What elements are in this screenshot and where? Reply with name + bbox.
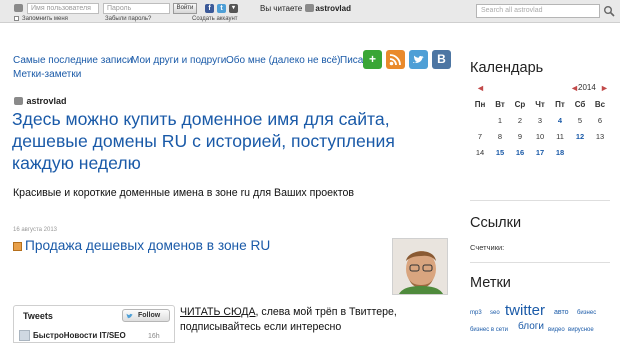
tag-link[interactable]: вирусное (568, 327, 594, 333)
tag-link[interactable]: авто (554, 309, 568, 316)
vkontakte-icon[interactable]: B (432, 50, 451, 69)
links-heading: Ссылки (470, 215, 522, 231)
calendar-prev-arrow-icon[interactable]: ◄ (476, 83, 485, 93)
rss-icon[interactable] (386, 50, 405, 69)
user-icon (14, 4, 23, 12)
tweet-time[interactable]: 16h (148, 332, 160, 341)
tweets-widget: Tweets Follow БыстроНовости IT/SEO 16h (13, 305, 175, 343)
calendar-week: 7 8 9 10 11 12 13 (470, 131, 612, 144)
entry-subtitle: Красивые и короткие доменные имена в зон… (13, 187, 355, 199)
calendar-nav: ◄ ◄ 2014 ► (470, 82, 610, 94)
calendar-day-link[interactable]: 4 (550, 115, 570, 126)
counters-text: Счетчики (470, 243, 503, 252)
twitter-bird-icon (126, 313, 133, 319)
calendar-day-link[interactable]: 16 (510, 147, 530, 158)
tag-link[interactable]: видео (548, 327, 565, 333)
reading-label: Вы читаете astrovlad (260, 4, 351, 14)
calendar-day: 13 (595, 132, 605, 141)
password-input[interactable]: Пароль (103, 3, 170, 14)
dropdown-icon[interactable]: ▾ (229, 4, 238, 13)
calendar-day: 2 (517, 116, 523, 125)
calendar-day-link[interactable]: 15 (490, 147, 510, 158)
tags-heading: Метки (470, 275, 511, 291)
facebook-icon[interactable]: f (205, 4, 214, 13)
search-input[interactable]: Search all astrovlad (476, 4, 600, 18)
calendar-day-link[interactable]: 12 (570, 131, 590, 142)
post-date: 16 августа 2013 (13, 227, 58, 233)
journal-name-link[interactable]: astrovlad (315, 4, 351, 13)
calendar-day: 6 (597, 116, 603, 125)
calendar-year[interactable]: 2014 (578, 82, 596, 93)
calendar-weekday-row: Пн Вт Ср Чт Пт Сб Вс (470, 99, 612, 112)
calendar-day: 3 (537, 116, 543, 125)
calendar-day: 14 (475, 148, 485, 157)
login-button[interactable]: Войти (173, 3, 197, 14)
calendar-week: 14 15 16 17 18 (470, 147, 612, 160)
nav-item-latest[interactable]: Самые последние записи (13, 55, 132, 67)
weekday-label: Сб (574, 100, 586, 109)
sidebar-divider (470, 200, 610, 201)
tag-link[interactable]: блоги (518, 322, 544, 332)
author-photo (392, 238, 448, 295)
calendar-day: 5 (577, 116, 583, 125)
calendar-day: 7 (477, 132, 483, 141)
remember-label: Запомнить меня (22, 16, 68, 22)
search-icon[interactable] (603, 5, 615, 17)
entry-title[interactable]: Здесь можно купить доменное имя для сайт… (12, 108, 417, 174)
weekday-label: Пт (555, 100, 565, 109)
plus-share-icon[interactable]: + (363, 50, 382, 69)
post-icon (13, 242, 22, 251)
read-here-link[interactable]: ЧИТАТЬ СЮДА (180, 306, 256, 318)
counters-label: Счетчики: (470, 243, 505, 252)
tweet-avatar[interactable] (19, 330, 30, 341)
weekday-label: Вс (594, 100, 606, 109)
tweet-author[interactable]: БыстроНовости IT/SEO (33, 331, 126, 341)
calendar-week: 1 2 3 4 5 6 (470, 115, 612, 128)
calendar-day: 1 (497, 116, 503, 125)
calendar-day: 9 (517, 132, 523, 141)
calendar-day-link[interactable]: 18 (550, 147, 570, 158)
tag-link[interactable]: seo (490, 310, 500, 316)
journal-user-icon (305, 4, 315, 12)
tag-link[interactable]: бизнес в сети (470, 327, 508, 333)
username-input[interactable]: Имя пользователя (27, 3, 99, 14)
remember-checkbox[interactable] (14, 16, 19, 21)
reading-prefix: Вы читаете (260, 4, 303, 13)
calendar-day: 8 (497, 132, 503, 141)
twitter-icon[interactable]: t (217, 4, 226, 13)
author-userpic-icon (14, 97, 23, 105)
sidebar-divider (470, 262, 610, 263)
nav-item-about[interactable]: Обо мне (далеко не всё) (226, 55, 341, 67)
login-bar: Имя пользователя Пароль Войти f t ▾ Запо… (0, 0, 620, 23)
entry-author[interactable]: astrovlad (13, 96, 67, 107)
weekday-label: Чт (535, 100, 545, 109)
calendar-next-arrow-icon[interactable]: ► (600, 83, 609, 93)
calendar-day: 11 (556, 132, 564, 141)
tag-link[interactable]: mp3 (470, 310, 482, 316)
twitter-share-icon[interactable] (409, 50, 428, 69)
nav-item-friends[interactable]: Мои други и подруги (131, 55, 226, 67)
post-text: ЧИТАТЬ СЮДА, слева мой трёп в Твиттере, … (180, 305, 450, 335)
weekday-label: Пн (474, 100, 486, 109)
tag-link[interactable]: twitter (505, 303, 545, 318)
forgot-password-link[interactable]: Забыли пароль? (105, 15, 151, 23)
nav-item-tags[interactable]: Метки-заметки (13, 69, 81, 81)
weekday-label: Ср (514, 100, 526, 109)
calendar-day: 10 (535, 132, 545, 141)
calendar-day-link[interactable]: 17 (530, 147, 550, 158)
weekday-label: Вт (495, 100, 505, 109)
create-account-link[interactable]: Создать аккаунт (192, 15, 238, 23)
tweet-row[interactable]: БыстроНовости IT/SEO 16h (19, 330, 171, 344)
tweets-heading: Tweets (23, 311, 53, 321)
post-title-link[interactable]: Продажа дешевых доменов в зоне RU (25, 237, 270, 254)
tag-link[interactable]: бизнес (577, 310, 596, 316)
entry-author-name[interactable]: astrovlad (27, 96, 67, 106)
calendar-heading: Календарь (470, 60, 544, 76)
